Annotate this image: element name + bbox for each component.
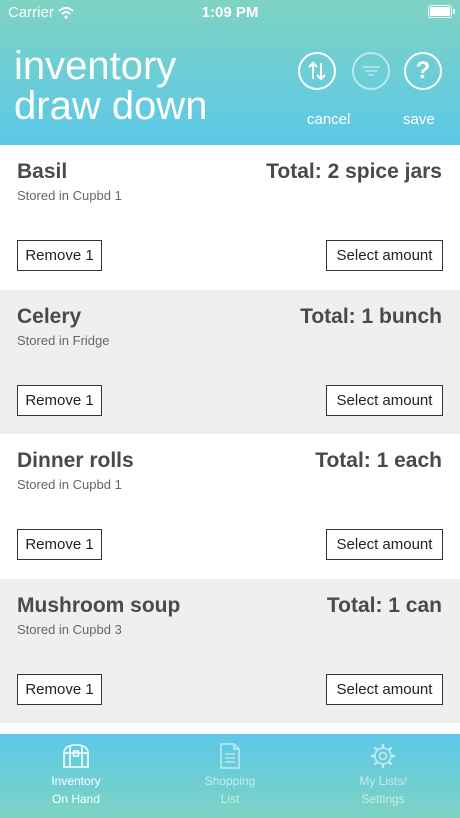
page-title: inventory draw down [14, 46, 207, 126]
list-item: Basil Stored in Cupbd 1 Total: 2 spice j… [0, 145, 460, 290]
filter-lines-icon [362, 66, 380, 76]
item-total: Total: 1 can [326, 593, 442, 617]
item-location: Stored in Cupbd 3 [17, 621, 122, 637]
tab-label-line-1: My Lists/ [359, 774, 407, 788]
item-location: Stored in Cupbd 1 [17, 477, 122, 492]
help-icon: ? [415, 57, 431, 84]
remove-one-button[interactable]: Remove 1 [17, 240, 102, 271]
list-item: Celery Stored in Fridge Total: 1 bunch R… [0, 289, 460, 434]
title-line-2: draw down [14, 84, 208, 128]
tab-label-line-2: Settings [361, 792, 405, 806]
battery-icon [428, 5, 455, 18]
tab-my-lists-settings[interactable]: My Lists/ Settings [323, 742, 443, 808]
sort-arrows-icon [308, 61, 326, 81]
sort-button[interactable] [298, 52, 336, 90]
item-total: Total: 1 each [315, 449, 442, 472]
item-total: Total: 2 spice jars [266, 160, 442, 183]
document-list-icon [220, 743, 240, 769]
tab-label-line-1: Shopping [204, 774, 256, 788]
header: Carrier 1:09 PM inventory draw down ? ca… [0, 0, 460, 145]
remove-one-button[interactable]: Remove 1 [17, 673, 102, 705]
item-location: Stored in Fridge [17, 332, 110, 348]
tab-inventory-on-hand[interactable]: Inventory On Hand [16, 742, 136, 808]
save-button[interactable]: save [403, 111, 435, 128]
item-name: Mushroom soup [17, 593, 181, 617]
select-amount-button[interactable]: Select amount [326, 384, 443, 416]
list-item: Mushroom soup Stored in Cupbd 3 Total: 1… [0, 578, 460, 723]
title-line-1: inventory [14, 44, 177, 88]
gear-icon [371, 744, 395, 768]
status-time: 1:09 PM [201, 4, 259, 21]
tab-label-line-2: List [220, 792, 240, 806]
remove-one-button[interactable]: Remove 1 [17, 529, 102, 560]
item-location: Stored in Cupbd 1 [17, 188, 122, 203]
item-name: Basil [17, 160, 68, 183]
select-amount-button[interactable]: Select amount [326, 529, 443, 560]
item-name: Dinner rolls [17, 449, 134, 472]
item-total: Total: 1 bunch [300, 304, 442, 328]
help-button[interactable]: ? [404, 52, 442, 90]
filter-button[interactable] [352, 52, 390, 90]
treasure-chest-icon [63, 744, 89, 768]
select-amount-button[interactable]: Select amount [326, 240, 443, 271]
item-name: Celery [17, 304, 82, 328]
list-item: Dinner rolls Stored in Cupbd 1 Total: 1 … [0, 434, 460, 579]
inventory-list: Basil Stored in Cupbd 1 Total: 2 spice j… [0, 145, 460, 723]
tab-shopping-list[interactable]: Shopping List [170, 742, 290, 808]
status-bar: Carrier 1:09 PM [0, 0, 460, 24]
tab-label-line-2: On Hand [51, 792, 101, 806]
tab-label-line-1: Inventory [51, 774, 101, 788]
cancel-button[interactable]: cancel [307, 111, 350, 128]
select-amount-button[interactable]: Select amount [326, 673, 443, 705]
tab-bar: Inventory On Hand Shopping List My Lists… [0, 734, 460, 818]
remove-one-button[interactable]: Remove 1 [17, 384, 102, 416]
